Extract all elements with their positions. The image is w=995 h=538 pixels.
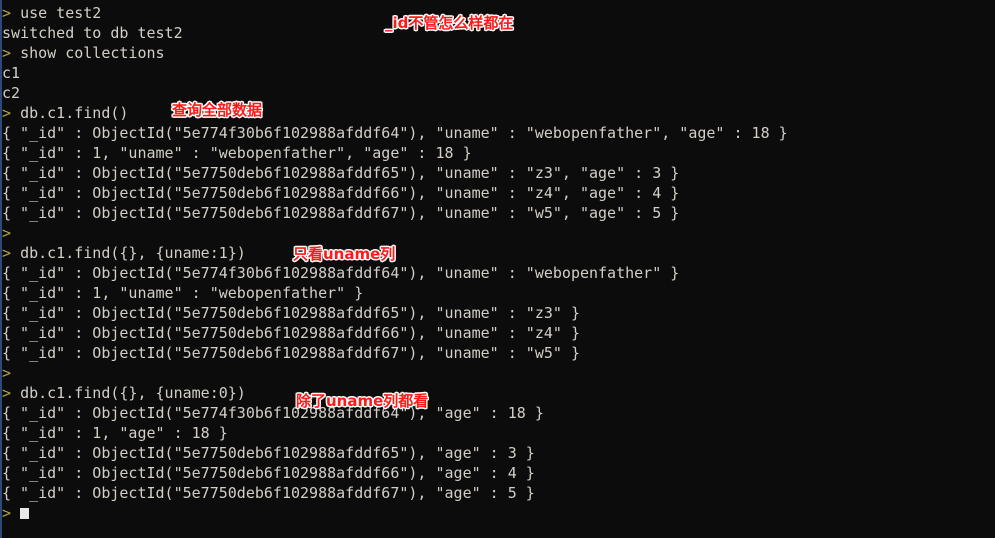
prompt-symbol: > — [2, 224, 12, 242]
line-text: c1 — [2, 64, 21, 82]
annotation-label: 查询全部数据 — [172, 101, 263, 119]
line-text: use test2 — [20, 4, 102, 22]
prompt-symbol: > — [2, 44, 21, 62]
line-text: db.c1.find({}, {uname:0}) — [20, 384, 246, 402]
prompt-symbol: > — [2, 364, 12, 382]
terminal-output-line: { "_id" : ObjectId("5e7750deb6f102988afd… — [0, 483, 995, 503]
line-text: { "_id" : ObjectId("5e774f30b6f102988afd… — [2, 404, 544, 422]
annotation-label: _id不管怎么样都在 — [385, 14, 514, 32]
terminal-output-line: { "_id" : ObjectId("5e774f30b6f102988afd… — [0, 123, 995, 143]
line-text: { "_id" : ObjectId("5e7750deb6f102988afd… — [2, 484, 535, 502]
line-text: { "_id" : ObjectId("5e7750deb6f102988afd… — [2, 344, 580, 362]
terminal-output-line: { "_id" : ObjectId("5e7750deb6f102988afd… — [0, 203, 995, 223]
prompt-symbol: > — [2, 104, 21, 122]
line-text: { "_id" : ObjectId("5e7750deb6f102988afd… — [2, 164, 680, 182]
line-text: { "_id" : 1, "age" : 18 } — [2, 424, 228, 442]
line-text: { "_id" : ObjectId("5e7750deb6f102988afd… — [2, 304, 580, 322]
prompt-symbol: > — [2, 244, 21, 262]
line-text: { "_id" : ObjectId("5e7750deb6f102988afd… — [2, 324, 580, 342]
terminal-command-line: > — [0, 223, 995, 243]
terminal-output-line: { "_id" : ObjectId("5e774f30b6f102988afd… — [0, 263, 995, 283]
terminal-output-area: > use test2 switched to db test2 > show co… — [0, 3, 995, 523]
terminal-output-line: { "_id" : ObjectId("5e7750deb6f102988afd… — [0, 163, 995, 183]
terminal-prompt-line: > — [0, 503, 995, 523]
line-text: db.c1.find({}, {uname:1}) — [20, 244, 246, 262]
line-text: show collections — [20, 44, 165, 62]
prompt-symbol: > — [2, 504, 12, 522]
terminal-command-line: > db.c1.find({}, {uname:0}) — [0, 383, 995, 403]
line-text: { "_id" : ObjectId("5e774f30b6f102988afd… — [2, 124, 788, 142]
prompt-symbol: > — [2, 384, 21, 402]
terminal-output-line: c1 — [0, 63, 995, 83]
terminal-output-line: { "_id" : ObjectId("5e7750deb6f102988afd… — [0, 303, 995, 323]
line-text: { "_id" : 1, "uname" : "webopenfather" } — [2, 284, 364, 302]
block-cursor-icon — [20, 508, 30, 519]
terminal-output-line: { "_id" : 1, "uname" : "webopenfather", … — [0, 143, 995, 163]
annotation-label: 除了uname列都看 — [296, 392, 429, 410]
line-text: { "_id" : ObjectId("5e7750deb6f102988afd… — [2, 464, 535, 482]
terminal-output-line: { "_id" : 1, "uname" : "webopenfather" } — [0, 283, 995, 303]
terminal-command-line: > show collections — [0, 43, 995, 63]
annotation-label: 只看uname列 — [293, 245, 396, 263]
terminal-command-line: > db.c1.find() — [0, 103, 995, 123]
line-text: { "_id" : ObjectId("5e7750deb6f102988afd… — [2, 204, 680, 222]
terminal-window[interactable]: > use test2 switched to db test2 > show co… — [0, 0, 995, 538]
terminal-output-line: { "_id" : ObjectId("5e7750deb6f102988afd… — [0, 443, 995, 463]
scrollbar-rail[interactable] — [0, 0, 2, 538]
prompt-symbol: > — [2, 4, 21, 22]
terminal-output-line: { "_id" : ObjectId("5e7750deb6f102988afd… — [0, 183, 995, 203]
terminal-output-line: c2 — [0, 83, 995, 103]
terminal-command-line: > db.c1.find({}, {uname:1}) — [0, 243, 995, 263]
line-text: db.c1.find() — [20, 104, 129, 122]
line-text: { "_id" : ObjectId("5e774f30b6f102988afd… — [2, 264, 680, 282]
line-text: switched to db test2 — [2, 24, 183, 42]
terminal-output-line: { "_id" : 1, "age" : 18 } — [0, 423, 995, 443]
line-text: { "_id" : ObjectId("5e7750deb6f102988afd… — [2, 184, 680, 202]
line-text: { "_id" : 1, "uname" : "webopenfather", … — [2, 144, 472, 162]
terminal-command-line: > — [0, 363, 995, 383]
terminal-output-line: { "_id" : ObjectId("5e7750deb6f102988afd… — [0, 463, 995, 483]
terminal-output-line: { "_id" : ObjectId("5e774f30b6f102988afd… — [0, 403, 995, 423]
terminal-output-line: { "_id" : ObjectId("5e7750deb6f102988afd… — [0, 323, 995, 343]
line-text: { "_id" : ObjectId("5e7750deb6f102988afd… — [2, 444, 535, 462]
terminal-output-line: { "_id" : ObjectId("5e7750deb6f102988afd… — [0, 343, 995, 363]
line-text: c2 — [2, 84, 21, 102]
